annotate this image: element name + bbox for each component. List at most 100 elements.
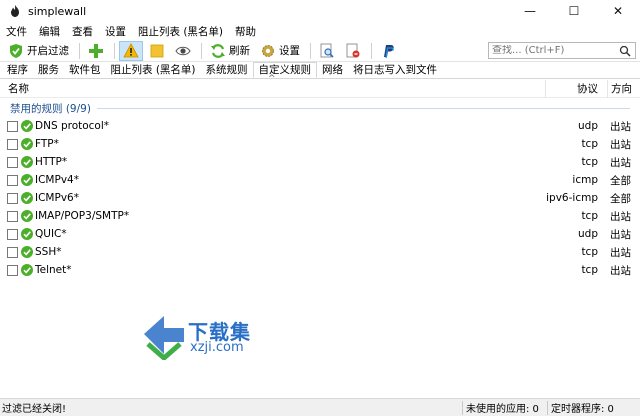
column-divider[interactable] bbox=[607, 80, 608, 98]
rule-checkbox[interactable] bbox=[7, 193, 18, 204]
rule-protocol: tcp bbox=[581, 210, 598, 222]
rule-direction: 出站 bbox=[610, 228, 631, 241]
add-rule-button[interactable] bbox=[84, 41, 108, 61]
status-bar: 过滤已经关闭! 未使用的应用: 0 定时器程序: 0 bbox=[0, 398, 640, 416]
menu-file[interactable]: 文件 bbox=[6, 24, 27, 39]
check-circle-icon bbox=[21, 264, 33, 276]
search-box[interactable] bbox=[488, 42, 636, 59]
watermark-logo-icon bbox=[144, 316, 184, 360]
tab-packages[interactable]: 软件包 bbox=[64, 63, 106, 78]
rule-name: Telnet* bbox=[35, 264, 72, 276]
rule-protocol: udp bbox=[578, 228, 598, 240]
column-divider[interactable] bbox=[545, 80, 546, 98]
table-row[interactable]: ICMPv6* ipv6-icmp 全部 bbox=[0, 189, 640, 207]
table-row[interactable]: QUIC* udp 出站 bbox=[0, 225, 640, 243]
title-bar: simplewall — ☐ ✕ bbox=[0, 0, 640, 22]
settings-button[interactable]: 设置 bbox=[256, 41, 304, 61]
shield-check-icon bbox=[10, 43, 22, 58]
rule-checkbox[interactable] bbox=[7, 157, 18, 168]
maximize-button[interactable]: ☐ bbox=[552, 0, 596, 22]
rule-protocol: tcp bbox=[581, 246, 598, 258]
tab-network[interactable]: 网络 bbox=[317, 63, 348, 78]
flame-icon bbox=[11, 5, 19, 17]
donate-button[interactable] bbox=[376, 41, 400, 61]
minimize-button[interactable]: — bbox=[508, 0, 552, 22]
menu-bar: 文件 编辑 查看 设置 阻止列表 (黑名单) 帮助 bbox=[0, 22, 640, 40]
table-row[interactable]: SSH* tcp 出站 bbox=[0, 243, 640, 261]
rule-direction: 出站 bbox=[610, 246, 631, 259]
column-protocol-header[interactable]: 协议 bbox=[577, 81, 598, 96]
gear-icon bbox=[262, 44, 274, 57]
tab-blocklist[interactable]: 阻止列表 (黑名单) bbox=[106, 63, 201, 78]
window-title: simplewall bbox=[28, 4, 87, 18]
menu-settings[interactable]: 设置 bbox=[105, 24, 126, 39]
note-icon bbox=[150, 44, 164, 57]
rule-protocol: tcp bbox=[581, 156, 598, 168]
plus-icon bbox=[89, 43, 103, 58]
rule-direction: 出站 bbox=[610, 210, 631, 223]
close-button[interactable]: ✕ bbox=[596, 0, 640, 22]
check-circle-icon bbox=[21, 192, 33, 204]
refresh-icon bbox=[211, 43, 225, 58]
log-view-button[interactable] bbox=[315, 41, 339, 61]
view-button[interactable] bbox=[171, 41, 195, 61]
status-unused-apps: 未使用的应用: 0 bbox=[466, 404, 539, 415]
group-header-disabled-rules[interactable]: 禁用的规则 (9/9) bbox=[10, 101, 630, 115]
column-direction-header[interactable]: 方向 bbox=[611, 81, 632, 96]
menu-edit[interactable]: 编辑 bbox=[39, 24, 60, 39]
menu-blocklist[interactable]: 阻止列表 (黑名单) bbox=[138, 24, 223, 39]
enable-filter-button[interactable]: 开启过滤 bbox=[4, 41, 73, 61]
tab-custom-rules[interactable]: 自定义规则 bbox=[252, 62, 318, 78]
table-row[interactable]: IMAP/POP3/SMTP* tcp 出站 bbox=[0, 207, 640, 225]
tab-log-to-file[interactable]: 将日志写入到文件 bbox=[348, 63, 442, 78]
toolbar-separator bbox=[79, 42, 80, 59]
check-circle-icon bbox=[21, 228, 33, 240]
tab-programs[interactable]: 程序 bbox=[2, 63, 33, 78]
tab-services[interactable]: 服务 bbox=[33, 63, 64, 78]
table-row[interactable]: DNS protocol* udp 出站 bbox=[0, 117, 640, 135]
watermark-url: xzji.com bbox=[190, 340, 244, 355]
rule-checkbox[interactable] bbox=[7, 211, 18, 222]
menu-help[interactable]: 帮助 bbox=[235, 24, 256, 39]
rule-name: ICMPv4* bbox=[35, 174, 79, 186]
table-row[interactable]: ICMPv4* icmp 全部 bbox=[0, 171, 640, 189]
toolbar-separator bbox=[371, 42, 372, 59]
warning-toggle-button[interactable] bbox=[119, 40, 143, 61]
column-name-header[interactable]: 名称 bbox=[8, 81, 29, 96]
rule-checkbox[interactable] bbox=[7, 175, 18, 186]
toolbar-separator bbox=[114, 42, 115, 59]
status-timers: 定时器程序: 0 bbox=[551, 404, 614, 415]
rule-protocol: ipv6-icmp bbox=[546, 192, 598, 204]
search-icon[interactable] bbox=[619, 45, 631, 57]
search-input[interactable] bbox=[489, 45, 617, 56]
refresh-button[interactable]: 刷新 bbox=[206, 41, 254, 61]
notes-button[interactable] bbox=[145, 41, 169, 61]
rule-checkbox[interactable] bbox=[7, 121, 18, 132]
rule-protocol: udp bbox=[578, 120, 598, 132]
menu-view[interactable]: 查看 bbox=[72, 24, 93, 39]
rule-name: DNS protocol* bbox=[35, 120, 110, 132]
table-row[interactable]: HTTP* tcp 出站 bbox=[0, 153, 640, 171]
group-divider bbox=[96, 107, 630, 109]
status-separator bbox=[462, 401, 463, 415]
rule-name: IMAP/POP3/SMTP* bbox=[35, 210, 130, 222]
table-row[interactable]: FTP* tcp 出站 bbox=[0, 135, 640, 153]
enable-filter-label: 开启过滤 bbox=[27, 45, 69, 57]
rule-direction: 全部 bbox=[610, 192, 631, 205]
rule-direction: 全部 bbox=[610, 174, 631, 187]
status-separator bbox=[547, 401, 548, 415]
rule-protocol: tcp bbox=[581, 264, 598, 276]
rule-checkbox[interactable] bbox=[7, 229, 18, 240]
rule-name: ICMPv6* bbox=[35, 192, 79, 204]
log-clear-button[interactable] bbox=[341, 41, 365, 61]
refresh-label: 刷新 bbox=[229, 45, 250, 57]
warning-icon bbox=[123, 42, 139, 57]
tab-system-rules[interactable]: 系统规则 bbox=[201, 63, 253, 78]
rule-checkbox[interactable] bbox=[7, 139, 18, 150]
rule-checkbox[interactable] bbox=[7, 265, 18, 276]
column-header: 名称 协议 方向 bbox=[0, 80, 640, 98]
table-row[interactable]: Telnet* tcp 出站 bbox=[0, 261, 640, 279]
rule-direction: 出站 bbox=[610, 120, 631, 133]
rule-checkbox[interactable] bbox=[7, 247, 18, 258]
rule-protocol: icmp bbox=[572, 174, 598, 186]
